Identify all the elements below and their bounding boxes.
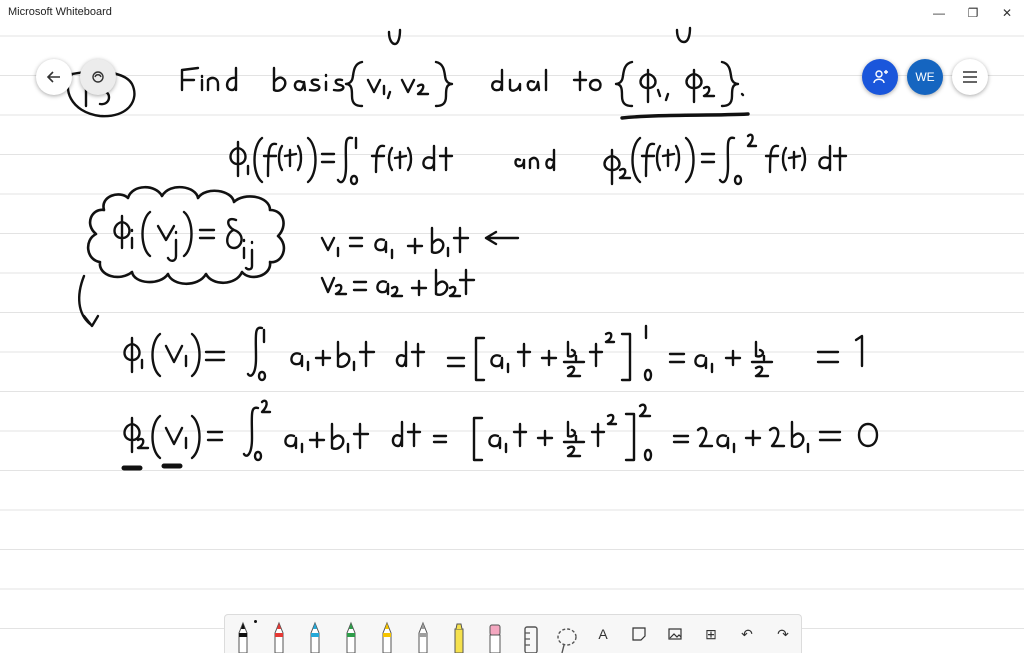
lasso-icon (557, 628, 577, 653)
sticky-note-icon (632, 627, 646, 641)
add-person-icon (873, 70, 888, 84)
insert-tool[interactable]: ⊞ (693, 615, 729, 653)
tool-pen-black[interactable] (225, 615, 261, 653)
tool-pen-green[interactable] (333, 615, 369, 653)
image-icon (668, 628, 682, 640)
text-tool[interactable]: A (585, 615, 621, 653)
eraser-icon (489, 624, 501, 653)
user-avatar[interactable]: WE (907, 59, 943, 95)
hamburger-menu-icon (963, 71, 977, 83)
pen-icon (274, 621, 284, 653)
pen-icon (346, 621, 356, 653)
restore-button[interactable]: ❐ (956, 0, 990, 26)
undo-button[interactable]: ↶ (729, 615, 765, 653)
ink-settings-icon (92, 71, 104, 83)
minimize-icon: — (933, 6, 945, 20)
close-button[interactable]: ✕ (990, 0, 1024, 26)
selected-tool-indicator (254, 620, 257, 623)
tool-highlighter[interactable] (441, 615, 477, 653)
redo-button[interactable]: ↷ (765, 615, 801, 653)
back-arrow-icon (46, 71, 60, 83)
pen-icon (238, 621, 248, 653)
close-icon: ✕ (1001, 6, 1013, 20)
pen-icon (382, 621, 392, 653)
ink-settings-button[interactable] (80, 59, 116, 95)
pen-icon (310, 621, 320, 653)
tool-pen-yellow[interactable] (369, 615, 405, 653)
settings-menu-button[interactable] (952, 59, 988, 95)
handwritten-ink (66, 26, 879, 471)
tool-pen-cyan[interactable] (297, 615, 333, 653)
tool-pen-gray[interactable] (405, 615, 441, 653)
ruler-icon (524, 626, 538, 653)
sticky-note-tool[interactable] (621, 615, 657, 653)
undo-icon: ↶ (741, 625, 753, 642)
bottom-toolbar: A ⊞ ↶ ↷ (224, 614, 802, 653)
title-bar: Microsoft Whiteboard — ❐ ✕ (0, 0, 1024, 26)
restore-icon: ❐ (967, 6, 979, 20)
redo-icon: ↷ (777, 625, 789, 642)
tool-lasso[interactable] (549, 615, 585, 653)
highlighter-icon (454, 623, 464, 653)
whiteboard-canvas[interactable]: WE (0, 26, 1024, 652)
back-button[interactable] (36, 59, 72, 95)
app-title: Microsoft Whiteboard (8, 6, 112, 18)
text-icon: A (598, 626, 608, 642)
tool-pen-red[interactable] (261, 615, 297, 653)
image-tool[interactable] (657, 615, 693, 653)
user-initials: WE (915, 70, 935, 84)
tool-eraser[interactable] (477, 615, 513, 653)
minimize-button[interactable]: — (922, 0, 956, 26)
invite-button[interactable] (862, 59, 898, 95)
pen-icon (418, 621, 428, 653)
insert-icon: ⊞ (705, 625, 717, 642)
tool-ruler[interactable] (513, 615, 549, 653)
